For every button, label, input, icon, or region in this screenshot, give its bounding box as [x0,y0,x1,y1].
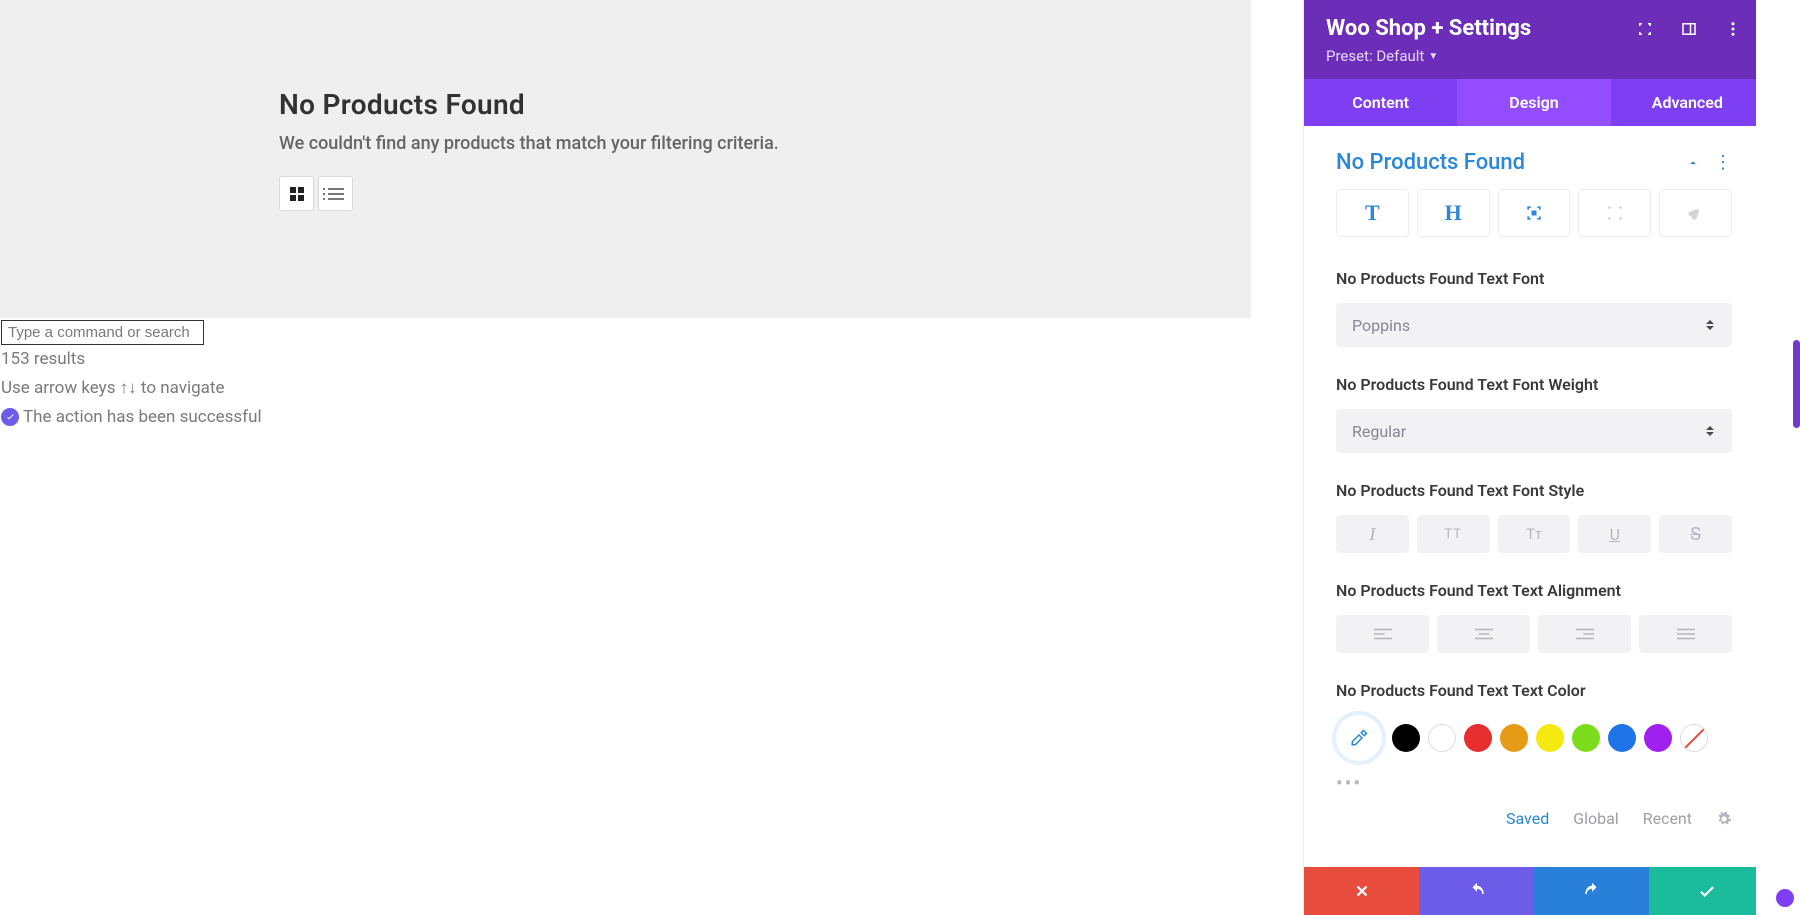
color-swatch-row [1336,715,1732,761]
no-products-subtitle: We couldn't find any products that match… [279,133,1251,154]
tab-content[interactable]: Content [1304,79,1457,126]
no-products-title: No Products Found [279,88,1251,121]
preset-dropdown[interactable]: Preset: Default▼ [1326,47,1438,65]
color-swatch[interactable] [1680,724,1708,752]
select-caret-icon [1706,318,1716,332]
color-swatch[interactable] [1428,724,1456,752]
kebab-menu-icon[interactable] [1724,20,1742,38]
footer-undo-button[interactable] [1419,867,1534,915]
font-label: No Products Found Text Font [1336,267,1732,291]
chevron-up-icon[interactable] [1686,156,1700,170]
panel-scroll-thumb[interactable] [1793,340,1800,428]
tab-design[interactable]: Design [1457,79,1610,126]
text-tool-t[interactable]: T [1336,189,1409,237]
canvas-preview: No Products Found We couldn't find any p… [0,0,1251,318]
style-italic-button[interactable]: I [1336,515,1409,553]
color-swatch[interactable] [1392,724,1420,752]
align-label: No Products Found Text Text Alignment [1336,579,1732,603]
grid-icon [290,187,304,201]
color-swatch[interactable] [1572,724,1600,752]
text-tool-h[interactable]: H [1417,189,1490,237]
section-kebab-icon[interactable]: ⋮ [1714,152,1732,173]
settings-panel: Woo Shop + Settings Preset: Default▼ Con… [1303,0,1800,915]
align-center-button[interactable] [1437,615,1530,653]
section-title[interactable]: No Products Found [1336,150,1525,175]
weight-select[interactable]: Regular [1336,409,1732,453]
color-label: No Products Found Text Text Color [1336,679,1732,703]
canvas-area: No Products Found We couldn't find any p… [0,0,1251,915]
color-tab-global[interactable]: Global [1573,809,1619,828]
panel-header: Woo Shop + Settings Preset: Default▼ [1304,0,1764,79]
color-swatch[interactable] [1644,724,1672,752]
color-more-button[interactable]: ••• [1336,771,1732,795]
color-swatch[interactable] [1608,724,1636,752]
tab-advanced[interactable]: Advanced [1611,79,1764,126]
list-icon [328,188,344,200]
align-right-button[interactable] [1538,615,1631,653]
align-left-button[interactable] [1336,615,1429,653]
text-tool-brush[interactable] [1659,189,1732,237]
command-results-count: 153 results [1,345,1251,374]
command-area: 153 results Use arrow keys ↑↓ to navigat… [0,318,1251,432]
font-select[interactable]: Poppins [1336,303,1732,347]
dock-icon[interactable] [1680,20,1698,38]
color-tab-recent[interactable]: Recent [1643,809,1692,828]
align-justify-button[interactable] [1639,615,1732,653]
success-check-icon [1,408,19,426]
select-caret-icon [1706,424,1716,438]
style-strike-button[interactable]: S [1659,515,1732,553]
text-tool-focus[interactable] [1498,189,1571,237]
weight-label: No Products Found Text Font Weight [1336,373,1732,397]
view-grid-button[interactable] [279,176,314,211]
expand-icon[interactable] [1636,20,1654,38]
panel-footer [1304,867,1764,915]
right-gutter [1756,0,1800,915]
color-swatch[interactable] [1464,724,1492,752]
color-settings-gear-icon[interactable] [1716,811,1732,827]
footer-close-button[interactable] [1304,867,1419,915]
help-fab[interactable] [1776,889,1794,907]
style-uppercase-button[interactable]: TT [1417,515,1490,553]
color-tab-saved[interactable]: Saved [1506,809,1549,828]
style-capitalize-button[interactable]: Tᴛ [1498,515,1571,553]
color-swatch[interactable] [1536,724,1564,752]
footer-redo-button[interactable] [1534,867,1649,915]
text-element-toolbar: T H [1336,189,1732,237]
command-status: The action has been successful [1,403,1251,432]
panel-body[interactable]: No Products Found ⋮ T H No Products Foun… [1304,126,1764,867]
style-underline-button[interactable]: U [1578,515,1651,553]
view-list-button[interactable] [318,176,353,211]
eyedropper-button[interactable] [1336,715,1382,761]
style-label: No Products Found Text Font Style [1336,479,1732,503]
command-hint: Use arrow keys ↑↓ to navigate [1,374,1251,403]
text-tool-select[interactable] [1578,189,1651,237]
command-input[interactable] [1,320,204,345]
color-swatch[interactable] [1500,724,1528,752]
footer-confirm-button[interactable] [1649,867,1764,915]
caret-down-icon: ▼ [1428,51,1438,62]
panel-title: Woo Shop + Settings [1326,16,1531,41]
panel-tabs: Content Design Advanced [1304,79,1764,126]
